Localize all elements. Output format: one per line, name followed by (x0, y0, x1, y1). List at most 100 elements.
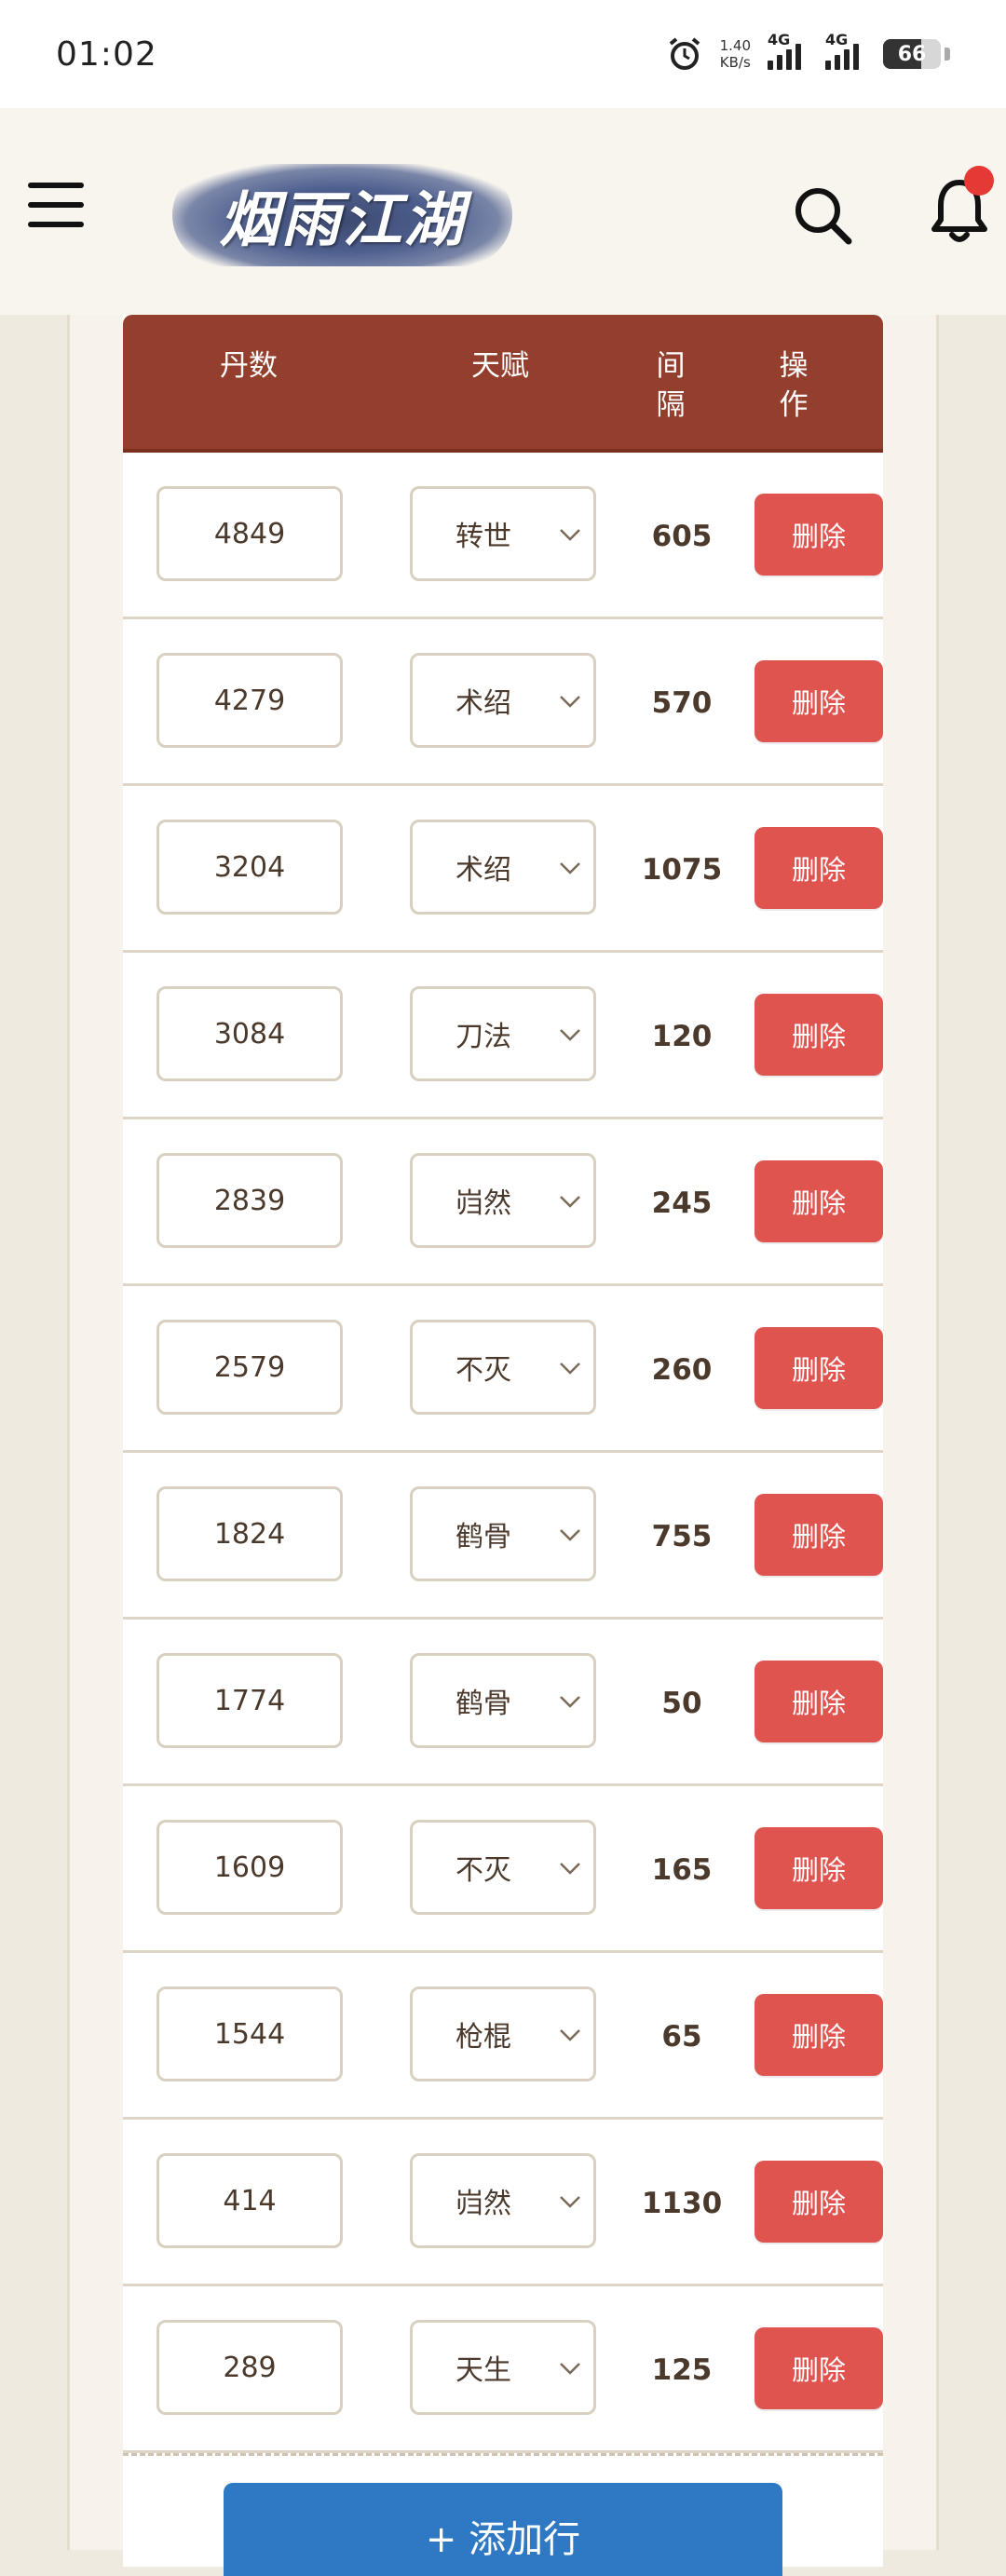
count-input[interactable]: 1774 (156, 1653, 343, 1748)
interval-value: 245 (651, 1186, 713, 1220)
talent-select[interactable]: 岿然 (410, 1153, 596, 1248)
table-body: 4849 转世 605 删除 4279 术绍 570 删除 3204 术绍 1075 删除 3084 刀法… (123, 453, 883, 2453)
count-input[interactable]: 3204 (156, 820, 343, 915)
count-input[interactable]: 414 (156, 2153, 343, 2248)
notification-dot (964, 166, 994, 196)
talent-value: 刀法 (455, 1021, 511, 1053)
talent-select[interactable]: 刀法 (410, 986, 596, 1081)
battery-icon: 66 (883, 39, 941, 69)
count-input[interactable]: 4849 (156, 486, 343, 581)
count-input[interactable]: 1544 (156, 1986, 343, 2081)
add-row-button[interactable]: + 添加行 (224, 2483, 782, 2576)
count-input[interactable]: 1609 (156, 1820, 343, 1915)
delete-button[interactable]: 删除 (754, 1494, 883, 1576)
interval-value: 120 (651, 1019, 713, 1053)
delete-button[interactable]: 删除 (754, 1994, 883, 2076)
table-row: 289 天生 125 删除 (123, 2286, 883, 2453)
header-count: 丹数 (220, 349, 278, 383)
chevron-down-icon (560, 2196, 580, 2208)
talent-select[interactable]: 术绍 (410, 653, 596, 748)
header-interval: 间 隔 (652, 346, 689, 425)
talent-select[interactable]: 转世 (410, 486, 596, 581)
talent-select[interactable]: 天生 (410, 2320, 596, 2415)
count-input[interactable]: 2579 (156, 1320, 343, 1415)
table-row: 4279 术绍 570 删除 (123, 619, 883, 786)
talent-value: 天生 (455, 2354, 511, 2387)
netspeed: 1.40 KB/s (720, 37, 751, 71)
talent-value: 不灭 (455, 1354, 511, 1387)
table-row: 1544 枪棍 65 删除 (123, 1953, 883, 2120)
talent-select[interactable]: 鹤骨 (410, 1653, 596, 1748)
header-talent: 天赋 (471, 349, 529, 383)
interval-value: 570 (651, 685, 713, 720)
logo-text: 烟雨江湖 (219, 185, 466, 255)
talent-value: 枪棍 (455, 2021, 511, 2054)
talent-select[interactable]: 枪棍 (410, 1986, 596, 2081)
count-input[interactable]: 4279 (156, 653, 343, 748)
interval-value: 165 (651, 1852, 713, 1887)
delete-button[interactable]: 删除 (754, 660, 883, 742)
table-row: 4849 转世 605 删除 (123, 453, 883, 619)
battery-level: 66 (897, 42, 927, 66)
interval-value: 1075 (641, 852, 723, 887)
interval-value: 260 (651, 1352, 713, 1387)
table-row: 2839 岿然 245 删除 (123, 1119, 883, 1286)
talent-value: 术绍 (455, 687, 511, 720)
talent-select[interactable]: 鹤骨 (410, 1486, 596, 1581)
delete-button[interactable]: 删除 (754, 827, 883, 909)
table-row: 1609 不灭 165 删除 (123, 1786, 883, 1953)
talent-value: 鹤骨 (455, 1688, 511, 1720)
table-row: 3084 刀法 120 删除 (123, 953, 883, 1119)
delete-button[interactable]: 删除 (754, 1827, 883, 1909)
table-row: 414 岿然 1130 删除 (123, 2120, 883, 2286)
talent-value: 转世 (455, 521, 511, 553)
talent-value: 岿然 (455, 1187, 511, 1220)
chevron-down-icon (560, 2029, 580, 2041)
delete-button[interactable]: 删除 (754, 2161, 883, 2243)
talent-select[interactable]: 术绍 (410, 820, 596, 915)
interval-value: 605 (651, 519, 713, 553)
chevron-down-icon (560, 1363, 580, 1375)
count-input[interactable]: 3084 (156, 986, 343, 1081)
chevron-down-icon (560, 862, 580, 874)
interval-value: 755 (651, 1519, 713, 1553)
delete-button[interactable]: 删除 (754, 2327, 883, 2409)
search-icon[interactable] (790, 183, 855, 248)
interval-value: 125 (651, 2352, 713, 2387)
battery-tip (945, 47, 950, 61)
interval-value: 50 (661, 1686, 702, 1720)
interval-value: 65 (661, 2019, 702, 2054)
chevron-down-icon (560, 1029, 580, 1041)
talent-value: 术绍 (455, 854, 511, 887)
header-action-line2: 作 (779, 388, 809, 422)
chevron-down-icon (560, 1196, 580, 1208)
interval-value: 1130 (641, 2186, 723, 2220)
signal-icon-1: 4G (768, 31, 809, 70)
status-icons: 1.40 KB/s 4G 4G 66 (666, 31, 950, 73)
delete-button[interactable]: 删除 (754, 1160, 883, 1242)
count-input[interactable]: 1824 (156, 1486, 343, 1581)
pill-table: 丹数 天赋 间 隔 操 作 4849 转世 605 删除 4279 术绍 570 删除 3204… (123, 315, 883, 2576)
delete-button[interactable]: 删除 (754, 994, 883, 1076)
menu-icon[interactable] (28, 183, 84, 235)
count-input[interactable]: 2839 (156, 1153, 343, 1248)
signal-1-label: 4G (768, 31, 791, 48)
signal-2-label: 4G (825, 31, 849, 48)
talent-value: 不灭 (455, 1854, 511, 1887)
delete-button[interactable]: 删除 (754, 1327, 883, 1409)
app-logo[interactable]: 烟雨江湖 (172, 164, 512, 266)
talent-select[interactable]: 不灭 (410, 1320, 596, 1415)
chevron-down-icon (560, 1529, 580, 1541)
table-row: 2579 不灭 260 删除 (123, 1286, 883, 1453)
delete-button[interactable]: 删除 (754, 494, 883, 576)
chevron-down-icon (560, 529, 580, 541)
talent-select[interactable]: 岿然 (410, 2153, 596, 2248)
signal-icon-2: 4G (825, 31, 866, 70)
table-row: 1824 鹤骨 755 删除 (123, 1453, 883, 1620)
count-input[interactable]: 289 (156, 2320, 343, 2415)
status-time: 01:02 (56, 34, 157, 74)
talent-select[interactable]: 不灭 (410, 1820, 596, 1915)
status-bar: 01:02 1.40 KB/s 4G 4G 66 (0, 0, 1006, 108)
delete-button[interactable]: 删除 (754, 1661, 883, 1742)
add-row-area: + 添加行 (123, 2464, 883, 2576)
